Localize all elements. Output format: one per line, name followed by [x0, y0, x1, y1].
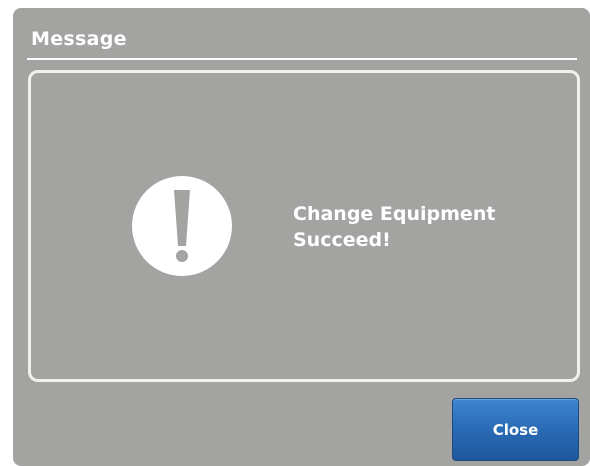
message-text: Change Equipment Succeed! — [293, 201, 563, 253]
title-divider — [27, 58, 577, 60]
dialog-title: Message — [31, 28, 127, 50]
exclamation-circle-icon — [132, 176, 232, 276]
close-button[interactable]: Close — [452, 398, 579, 461]
message-panel: Change Equipment Succeed! — [28, 70, 580, 382]
message-line-2: Succeed! — [293, 229, 391, 251]
message-line-1: Change Equipment — [293, 203, 496, 225]
message-dialog: Message Change Equipment Succeed! Close — [13, 8, 590, 466]
